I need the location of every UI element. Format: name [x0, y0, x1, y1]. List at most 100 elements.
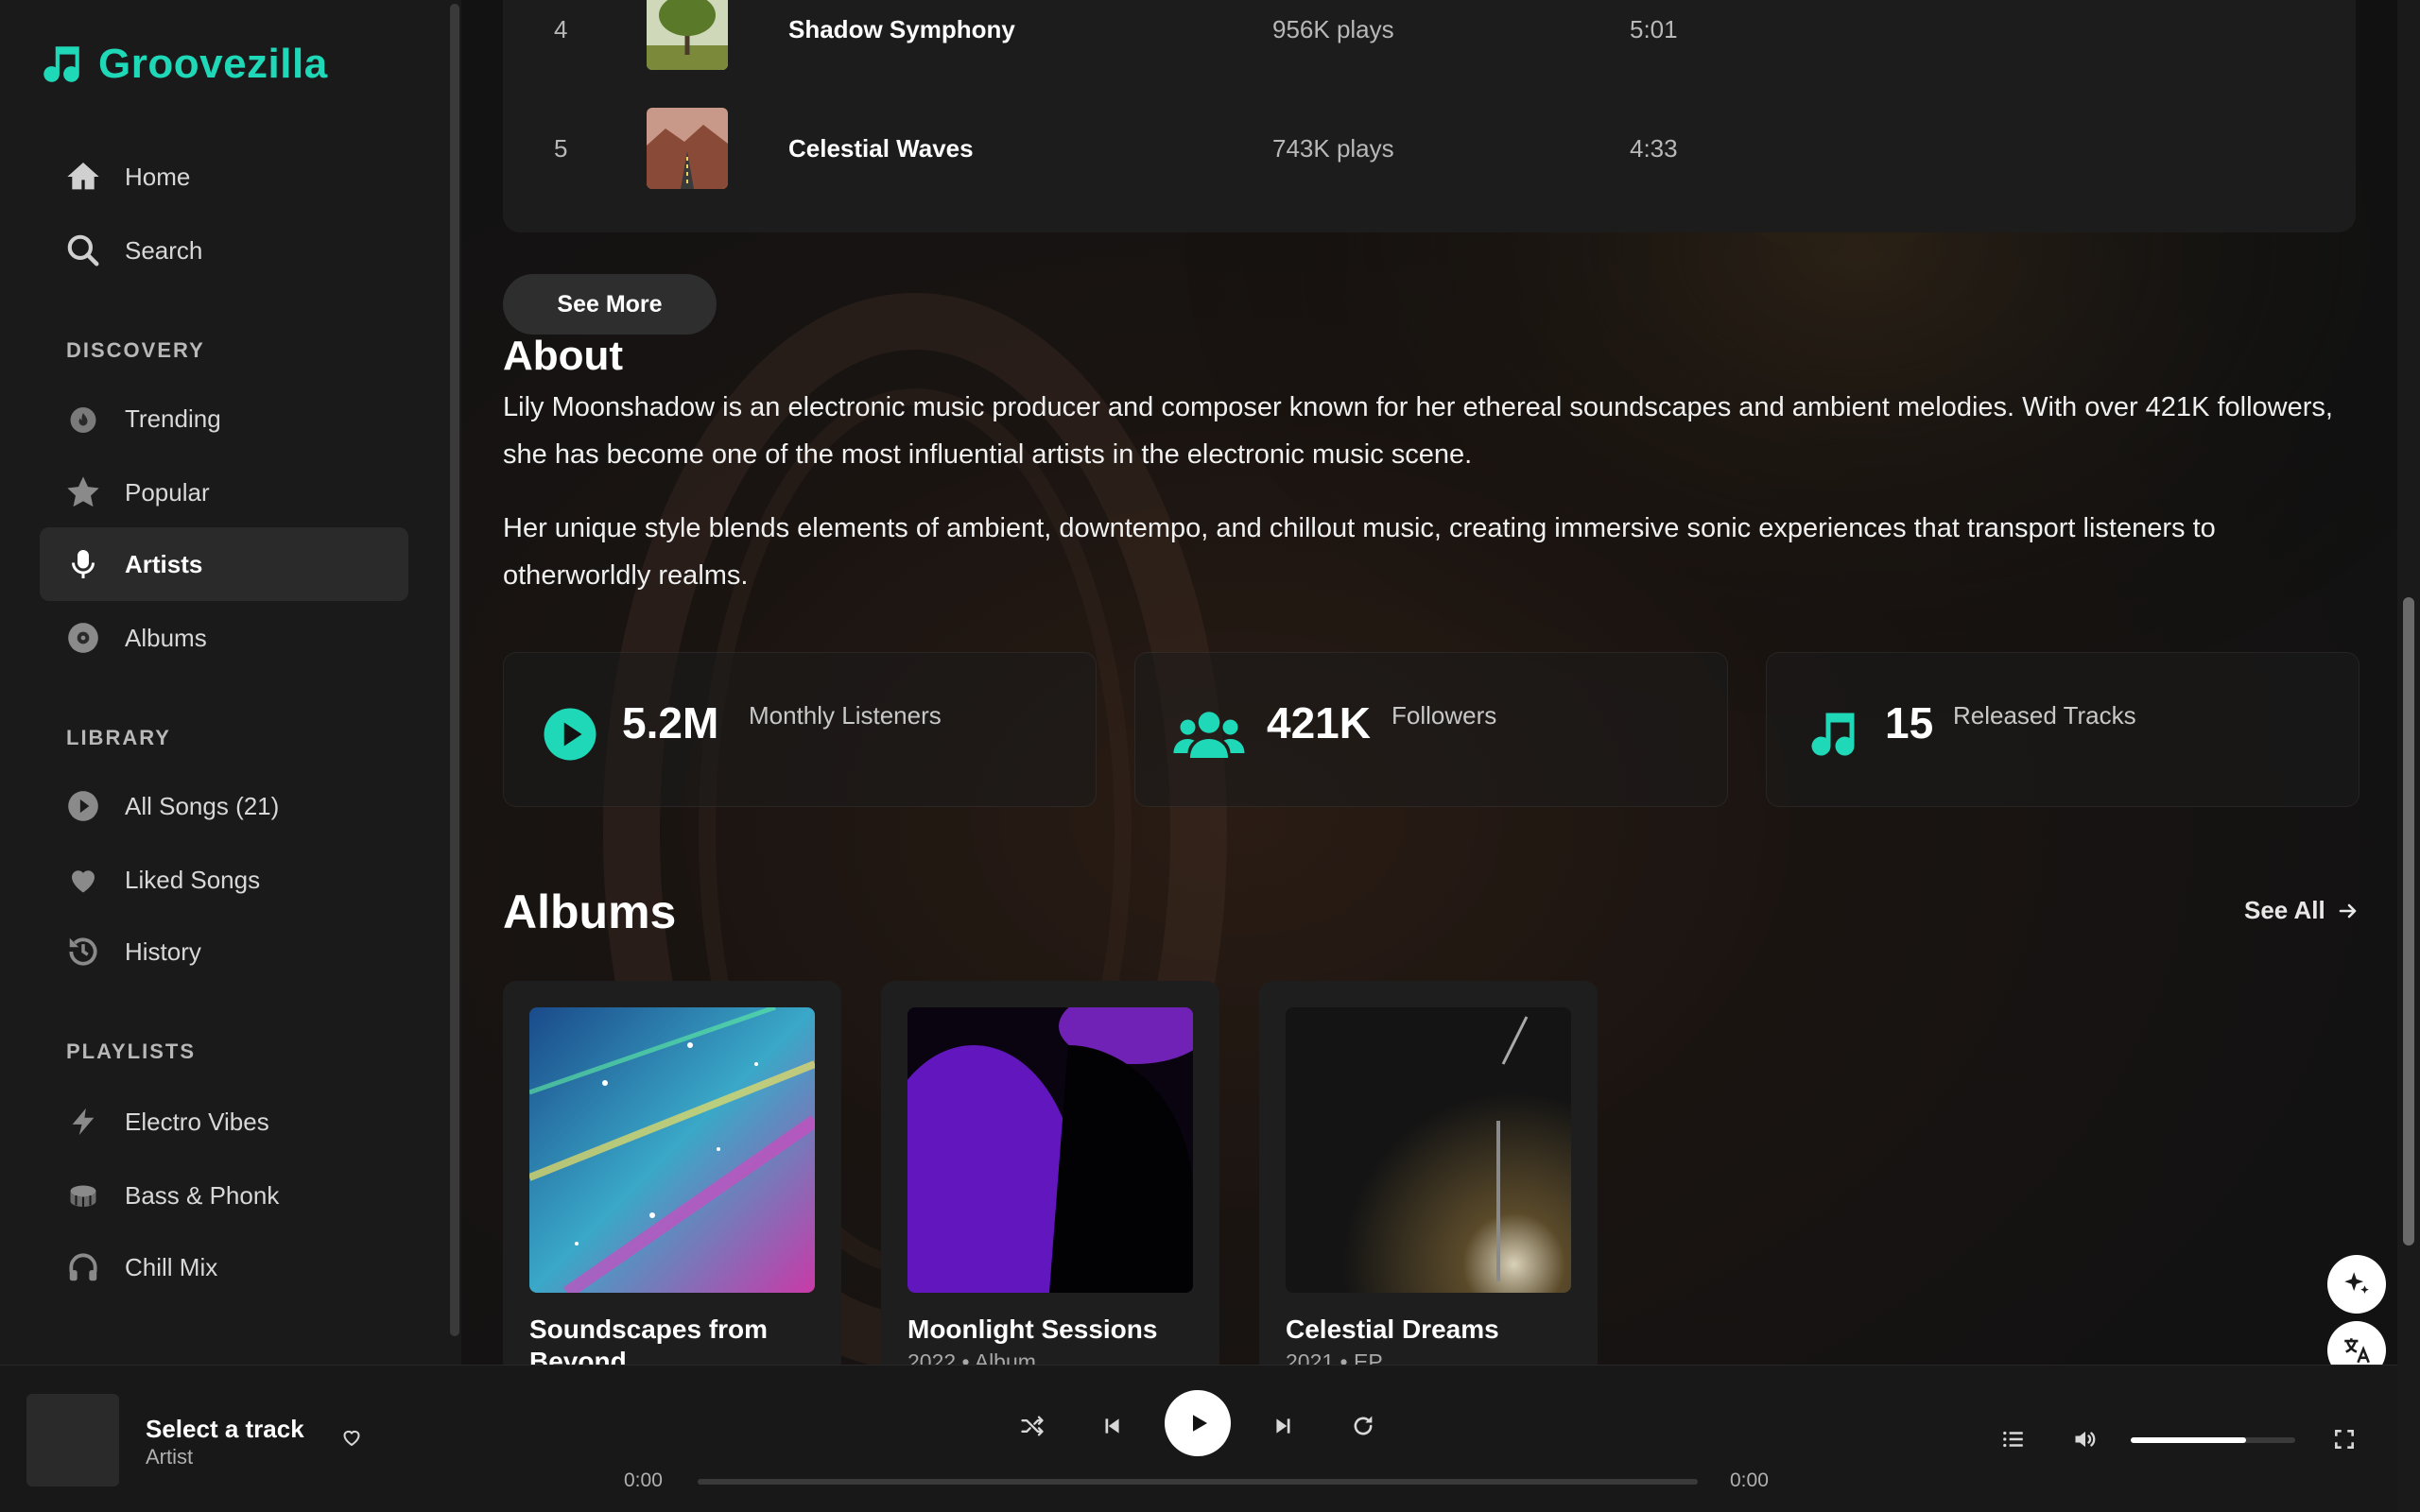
album-meta: 2022 • Album	[908, 1349, 1036, 1365]
sidebar-item-all-songs[interactable]: All Songs (21)	[40, 769, 408, 843]
search-icon	[64, 232, 102, 269]
previous-button[interactable]	[1093, 1407, 1131, 1445]
albums-heading: Albums	[503, 885, 677, 938]
sidebar-scrollbar[interactable]	[448, 0, 461, 1365]
sidebar-item-artists[interactable]: Artists	[40, 527, 408, 601]
app-name: Groovezilla	[98, 41, 328, 87]
track-duration: 4:33	[1630, 133, 1678, 163]
sidebar-item-home[interactable]: Home	[40, 140, 408, 214]
list-icon	[2003, 1431, 2023, 1448]
app-logo[interactable]: Groovezilla	[38, 38, 328, 91]
track-title[interactable]: Celestial Waves	[788, 134, 974, 163]
album-cover	[908, 1007, 1193, 1293]
track-title[interactable]: Shadow Symphony	[788, 15, 1015, 44]
arrow-right-icon	[2339, 903, 2357, 918]
sidebar-item-label: Bass & Phonk	[125, 1180, 280, 1210]
heart-outline-icon	[343, 1430, 360, 1447]
section-label-library: LIBRARY	[66, 726, 171, 749]
about-heading: About	[503, 333, 624, 379]
player-bar: Select a track Artist 0:00 0:00	[0, 1365, 2397, 1512]
album-title: Celestial Dreams	[1286, 1314, 1499, 1344]
progress-bar[interactable]	[698, 1479, 1698, 1485]
fire-icon	[64, 400, 102, 438]
album-cover	[529, 1007, 815, 1293]
next-button[interactable]	[1265, 1407, 1303, 1445]
track-plays: 743K plays	[1272, 133, 1394, 163]
music-note-icon	[1811, 713, 1855, 756]
music-note-icon	[43, 46, 79, 82]
like-button[interactable]	[335, 1420, 369, 1454]
users-icon	[1173, 712, 1245, 758]
main-scrollbar[interactable]	[2397, 0, 2420, 1512]
volume-button[interactable]	[2066, 1420, 2104, 1458]
repeat-button[interactable]	[1344, 1407, 1382, 1445]
sparkle-icon	[2344, 1272, 2369, 1294]
sidebar-item-label: Liked Songs	[125, 865, 261, 894]
main-scrollbar-thumb[interactable]	[2403, 597, 2414, 1246]
sidebar-item-label: Chill Mix	[125, 1252, 218, 1281]
album-card[interactable]: Celestial Dreams 2021 • EP	[1259, 981, 1598, 1365]
track-duration: 5:01	[1630, 14, 1678, 43]
play-button[interactable]	[1165, 1390, 1231, 1456]
sidebar-item-label: Albums	[125, 623, 207, 652]
volume-slider-fill	[2131, 1437, 2246, 1443]
ai-sparkle-button[interactable]	[2327, 1255, 2386, 1314]
track-row[interactable]: 5 Celestial Waves 743K plays 4:33	[503, 96, 2356, 200]
sidebar-item-label: Popular	[125, 477, 210, 507]
disc-icon	[64, 619, 102, 657]
track-thumbnail	[647, 108, 728, 189]
play-circle-icon	[544, 708, 596, 761]
now-playing-artist: Artist	[146, 1445, 194, 1469]
track-number: 5	[554, 133, 568, 163]
volume-slider[interactable]	[2131, 1437, 2295, 1443]
shuffle-icon	[1021, 1416, 1044, 1436]
sidebar-item-electro-vibes[interactable]: Electro Vibes	[40, 1085, 408, 1159]
history-icon	[64, 933, 102, 971]
sidebar-item-trending[interactable]: Trending	[40, 382, 408, 455]
sidebar-scrollbar-thumb[interactable]	[450, 4, 459, 1336]
popular-tracks-list: 4 Shadow Symphony 956K plays 5:01 5 Cele…	[503, 0, 2356, 232]
fullscreen-button[interactable]	[2325, 1420, 2363, 1458]
album-card[interactable]: Moonlight Sessions 2022 • Album	[881, 981, 1219, 1365]
play-icon	[1193, 1415, 1207, 1432]
now-playing-title: Select a track	[146, 1415, 304, 1443]
sidebar-item-history[interactable]: History	[40, 915, 408, 988]
see-all-albums-link[interactable]: See All	[2244, 896, 2360, 925]
volume-icon	[2075, 1431, 2096, 1448]
track-thumbnail	[647, 0, 728, 70]
stat-value: 15	[1885, 698, 1934, 747]
play-circle-icon	[64, 787, 102, 825]
sidebar-item-search[interactable]: Search	[40, 214, 408, 287]
sidebar-item-albums[interactable]: Albums	[40, 601, 408, 675]
sidebar-item-label: Electro Vibes	[125, 1107, 269, 1136]
shuffle-button[interactable]	[1013, 1407, 1051, 1445]
sidebar-item-label: Artists	[125, 549, 203, 578]
see-more-button[interactable]: See More	[503, 274, 717, 335]
bolt-icon	[64, 1103, 102, 1141]
sidebar-item-bass-phonk[interactable]: Bass & Phonk	[40, 1159, 408, 1232]
star-icon	[64, 473, 102, 511]
section-label-playlists: PLAYLISTS	[66, 1040, 196, 1063]
track-number: 4	[554, 14, 568, 43]
heart-icon	[64, 861, 102, 899]
stat-value: 5.2M	[622, 698, 719, 747]
album-meta: 2021 • EP	[1286, 1349, 1383, 1365]
microphone-icon	[64, 545, 102, 583]
queue-button[interactable]	[1995, 1420, 2032, 1458]
album-title: Soundscapes from Beyond	[529, 1314, 769, 1365]
track-row[interactable]: 4 Shadow Symphony 956K plays 5:01	[503, 0, 2356, 81]
track-plays: 956K plays	[1272, 14, 1394, 43]
sidebar-item-liked-songs[interactable]: Liked Songs	[40, 843, 408, 917]
stat-label: Followers	[1392, 701, 1497, 730]
fullscreen-icon	[2335, 1430, 2354, 1449]
sidebar-item-chill-mix[interactable]: Chill Mix	[40, 1230, 408, 1304]
album-title: Moonlight Sessions	[908, 1314, 1158, 1344]
skip-back-icon	[1105, 1418, 1119, 1434]
stat-label: Monthly Listeners	[749, 701, 942, 730]
sidebar-item-popular[interactable]: Popular	[40, 455, 408, 529]
repeat-icon	[1354, 1416, 1373, 1435]
total-time: 0:00	[1730, 1469, 1769, 1491]
sidebar: Groovezilla Home Search DISCOVERY Trendi…	[0, 0, 461, 1365]
headphones-icon	[64, 1248, 102, 1286]
album-card[interactable]: Soundscapes from Beyond	[503, 981, 841, 1365]
